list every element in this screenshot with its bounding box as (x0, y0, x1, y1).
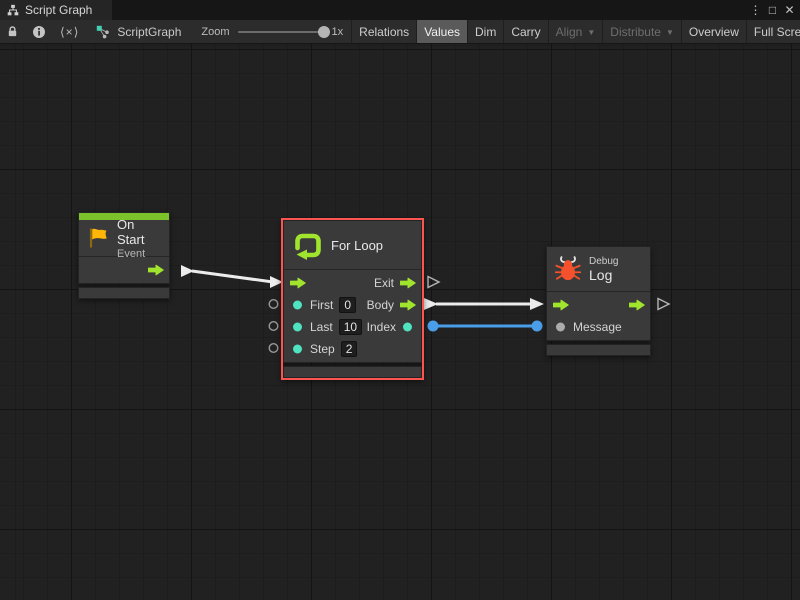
node-title: For Loop (331, 238, 383, 253)
flow-in-port[interactable] (553, 300, 569, 311)
node-footer (78, 287, 170, 299)
index-port-label: Index (367, 320, 396, 334)
graph-asset-icon (96, 25, 110, 39)
debug-log-ports: Message (547, 292, 650, 340)
bug-icon (555, 256, 581, 282)
index-out-port[interactable] (403, 323, 412, 332)
last-port-label: Last (310, 320, 333, 334)
step-in-port[interactable] (293, 345, 302, 354)
dim-button[interactable]: Dim (467, 20, 503, 43)
last-in-port[interactable] (293, 323, 302, 332)
node-debug-log[interactable]: Debug Log Message (546, 246, 651, 356)
zoom-slider-handle[interactable] (318, 26, 330, 38)
relations-button[interactable]: Relations (351, 20, 416, 43)
first-port-indicator (269, 300, 278, 309)
tab-title: Script Graph (25, 3, 92, 17)
tab-script-graph[interactable]: Script Graph (0, 0, 112, 20)
node-title: Log (589, 267, 618, 283)
node-on-start[interactable]: On Start Event (78, 212, 170, 299)
chevron-down-icon: ▼ (666, 28, 674, 37)
on-start-trigger-row (79, 257, 169, 283)
code-icon: ⟨×⟩ (60, 25, 79, 39)
debug-log-main: Debug Log Message (546, 246, 651, 341)
info-icon (32, 25, 46, 39)
wire-body-to-debuglog (424, 298, 544, 310)
for-loop-main: For Loop Exit First 0 Body (283, 220, 422, 363)
message-row: Message (547, 316, 650, 338)
on-start-main: On Start Event (78, 212, 170, 284)
debug-out-port-indicator (658, 299, 669, 310)
distribute-label: Distribute (610, 25, 661, 39)
step-port-label: Step (310, 342, 335, 356)
flag-icon (86, 226, 110, 250)
align-label: Align (556, 25, 583, 39)
first-body-row: First 0 Body (284, 294, 421, 316)
wire-index-to-message (428, 321, 543, 332)
zoom-control: Zoom 1x (193, 20, 351, 43)
first-port-label: First (310, 298, 333, 312)
last-port-indicator (269, 322, 278, 331)
info-button[interactable] (25, 20, 53, 43)
chevron-down-icon: ▼ (587, 28, 595, 37)
step-row: Step 2 (284, 338, 421, 360)
graph-canvas[interactable]: On Start Event For (0, 44, 800, 600)
exit-out-port[interactable] (400, 278, 416, 289)
flow-row: Exit (284, 272, 421, 294)
step-port-indicator (269, 344, 278, 353)
maximize-button[interactable]: □ (764, 0, 781, 20)
flow-in-port[interactable] (290, 278, 306, 289)
distribute-dropdown[interactable]: Distribute ▼ (602, 20, 681, 43)
step-value-input[interactable]: 2 (341, 341, 358, 357)
graph-name: ScriptGraph (117, 25, 181, 39)
flow-row (547, 294, 650, 316)
loop-icon (293, 231, 322, 260)
inspect-values-button[interactable]: ⟨×⟩ (53, 20, 86, 43)
overview-button[interactable]: Overview (681, 20, 746, 43)
first-value-input[interactable]: 0 (339, 297, 356, 313)
exit-port-indicator (428, 277, 439, 288)
message-in-port[interactable] (556, 323, 565, 332)
window-tab-bar: Script Graph ⋮ □ ✕ (0, 0, 800, 20)
node-title: On Start (117, 217, 162, 247)
values-button[interactable]: Values (416, 20, 467, 43)
node-footer (283, 366, 422, 378)
lock-button[interactable] (0, 20, 25, 43)
close-button[interactable]: ✕ (781, 0, 798, 20)
exit-port-label: Exit (374, 276, 394, 290)
node-footer (546, 344, 651, 356)
graph-breadcrumb[interactable]: ScriptGraph (86, 20, 193, 43)
message-port-label: Message (573, 320, 622, 334)
carry-button[interactable]: Carry (503, 20, 547, 43)
zoom-value: 1x (332, 26, 344, 38)
first-in-port[interactable] (293, 301, 302, 310)
for-loop-ports: Exit First 0 Body Last (284, 270, 421, 362)
body-out-port[interactable] (400, 300, 416, 311)
last-index-row: Last 10 Index (284, 316, 421, 338)
fullscreen-button[interactable]: Full Screen (746, 20, 800, 43)
window-controls: ⋮ □ ✕ (747, 0, 798, 20)
flow-out-port[interactable] (629, 300, 645, 311)
wire-onstart-to-forloop (181, 265, 283, 288)
zoom-label: Zoom (201, 26, 229, 38)
node-category: Debug (589, 256, 618, 267)
align-dropdown[interactable]: Align ▼ (548, 20, 603, 43)
lock-icon (6, 25, 19, 38)
zoom-slider[interactable] (238, 31, 324, 33)
last-value-input[interactable]: 10 (339, 319, 362, 335)
flow-out-port[interactable] (148, 265, 164, 276)
script-graph-sitemap-icon (7, 4, 19, 16)
node-for-loop[interactable]: For Loop Exit First 0 Body (283, 220, 422, 378)
body-port-label: Body (367, 298, 394, 312)
window-menu-button[interactable]: ⋮ (747, 0, 764, 20)
graph-toolbar: ⟨×⟩ ScriptGraph Zoom 1x Relations Values… (0, 20, 800, 44)
